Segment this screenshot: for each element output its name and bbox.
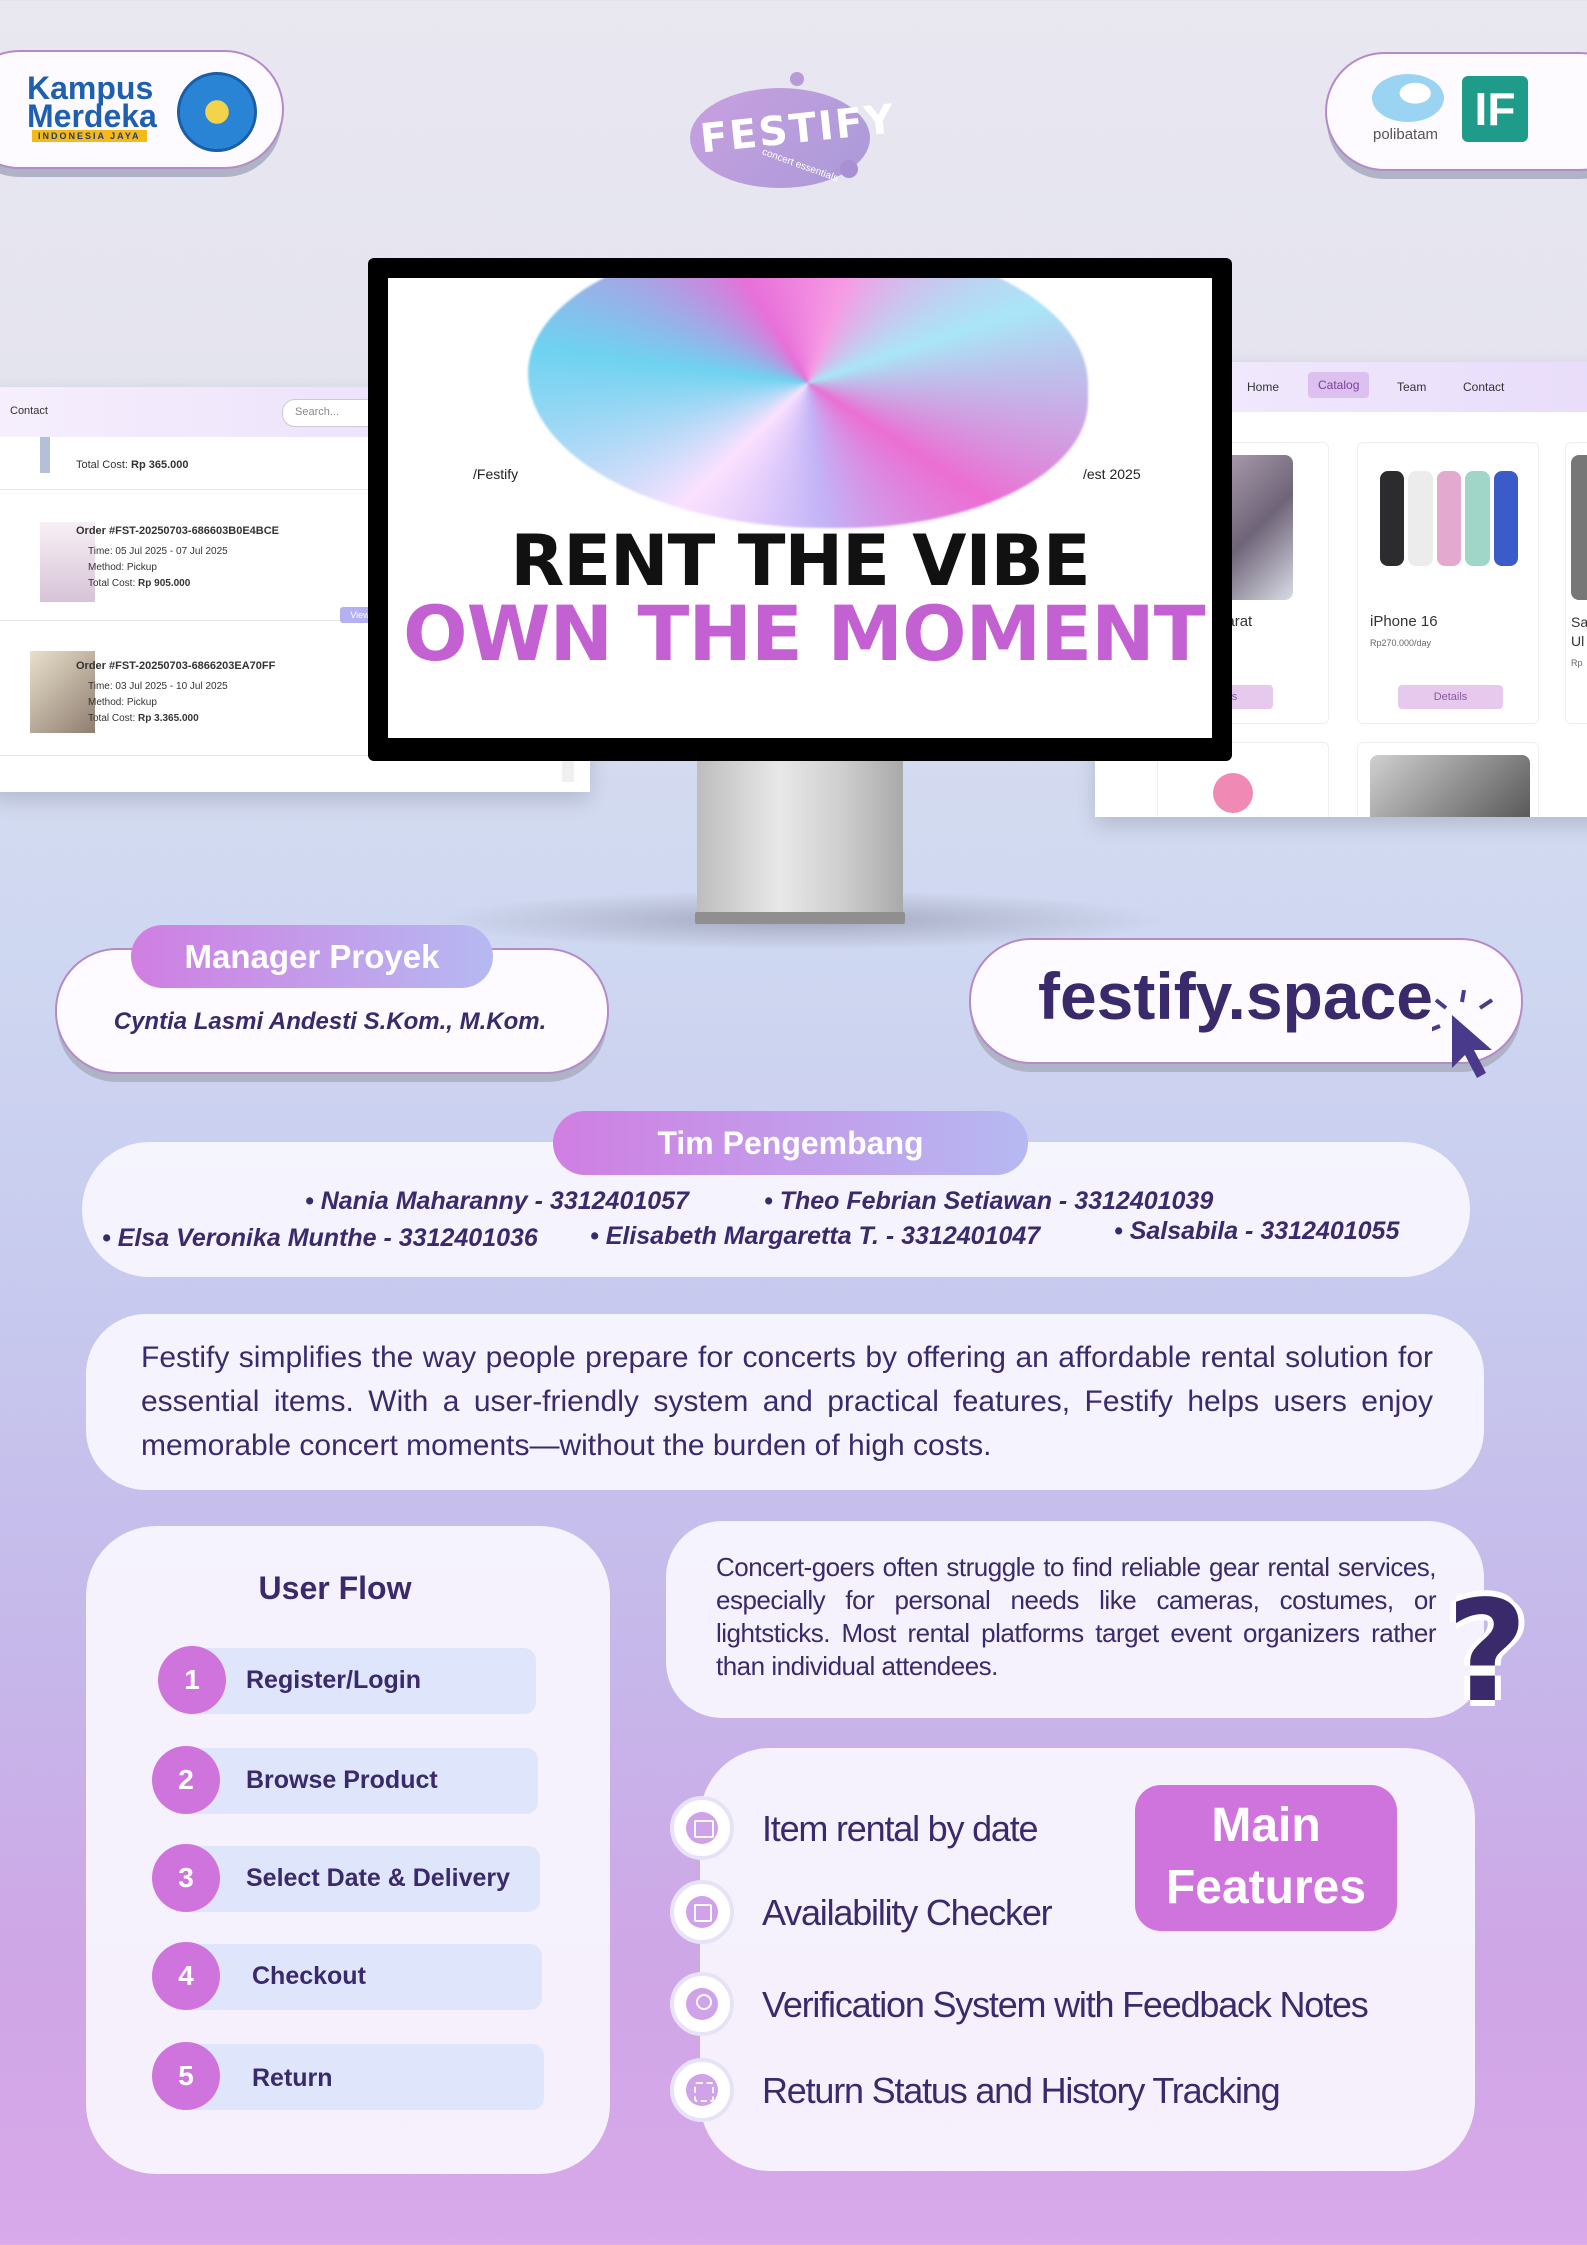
feature-item: Return Status and History Tracking bbox=[670, 2058, 1370, 2126]
nav-contact[interactable]: Contact bbox=[10, 405, 48, 417]
order-card: Total Cost: Rp 365.000 bbox=[0, 437, 370, 490]
cursor-click-icon bbox=[1429, 989, 1507, 1080]
nav-home[interactable]: Home bbox=[1247, 380, 1279, 394]
feature-item: Item rental by date bbox=[670, 1796, 1170, 1864]
step-label: Browse Product bbox=[246, 1766, 438, 1794]
product-card[interactable]: Sa Ul Rp bbox=[1565, 442, 1587, 724]
step-label: Checkout bbox=[252, 1962, 366, 1990]
headline-own-the-moment: OWN THE MOMENT bbox=[403, 589, 1206, 678]
team-member: • Salsabila - 3312401055 bbox=[1114, 1217, 1400, 1245]
indonesia-jaya-ribbon: INDONESIA JAYA bbox=[32, 130, 147, 142]
tut-wuri-emblem-icon bbox=[177, 72, 257, 152]
checkbox-icon bbox=[670, 1880, 734, 1944]
flow-step-2: 2 Browse Product bbox=[152, 1746, 538, 1814]
details-button[interactable]: Details bbox=[1398, 685, 1503, 709]
monitor-stand bbox=[697, 760, 903, 922]
kampus-merdeka-badge: Kampus Merdeka INDONESIA JAYA bbox=[0, 50, 284, 169]
flow-step-3: 3 Select Date & Delivery bbox=[152, 1844, 540, 1912]
manager-name: Cyntia Lasmi Andesti S.Kom., M.Kom. bbox=[113, 1008, 547, 1035]
manager-label: Manager Proyek bbox=[131, 925, 493, 988]
product-card[interactable] bbox=[1357, 742, 1539, 817]
team-member: • Elisabeth Margaretta T. - 3312401047 bbox=[590, 1222, 1041, 1250]
team-label: Tim Pengembang bbox=[553, 1111, 1028, 1175]
description-text: Festify simplifies the way people prepar… bbox=[141, 1341, 1433, 1462]
flow-step-4: 4 Checkout bbox=[152, 1942, 542, 2010]
merdeka-text: Merdeka bbox=[27, 98, 157, 134]
polibatam-logo-icon bbox=[1372, 74, 1444, 122]
order-card: Order #FST-20250703-6866203EA70FF Time: … bbox=[0, 637, 370, 756]
user-flow-title: User Flow bbox=[258, 1570, 412, 1606]
verification-icon bbox=[670, 1972, 734, 2036]
feature-item: Availability Checker bbox=[670, 1880, 1170, 1948]
nav-catalog[interactable]: Catalog bbox=[1308, 372, 1370, 398]
feature-item: Verification System with Feedback Notes bbox=[670, 1972, 1430, 2040]
nav-contact[interactable]: Contact bbox=[1463, 380, 1504, 394]
team-member: • Theo Febrian Setiawan - 3312401039 bbox=[764, 1187, 1214, 1215]
flow-step-5: 5 Return bbox=[152, 2042, 544, 2110]
product-card[interactable]: iPhone 16 Rp270.000/day Details bbox=[1357, 442, 1539, 724]
calendar-icon bbox=[670, 1796, 734, 1860]
product-image bbox=[1571, 455, 1587, 600]
if-logo-text: IF bbox=[1474, 83, 1516, 135]
tracking-icon bbox=[670, 2058, 734, 2122]
problem-text: Concert-goers often struggle to find rel… bbox=[716, 1552, 1437, 1681]
step-number: 4 bbox=[152, 1942, 220, 2010]
monitor: /Festify /est 2025 RENT THE VIBE OWN THE… bbox=[368, 258, 1232, 761]
features-title: Main Features bbox=[1135, 1785, 1397, 1931]
nav-team[interactable]: Team bbox=[1397, 380, 1426, 394]
holographic-blob-image bbox=[528, 278, 1088, 528]
monitor-stand-base bbox=[695, 912, 905, 924]
step-number: 2 bbox=[152, 1746, 220, 1814]
step-number: 5 bbox=[152, 2042, 220, 2110]
product-image bbox=[1380, 471, 1519, 566]
polibatam-text: polibatam bbox=[1373, 126, 1439, 143]
if-logo-icon: IF bbox=[1462, 76, 1528, 142]
flow-step-1: 1 Register/Login bbox=[158, 1646, 536, 1714]
website-url[interactable]: festify.space bbox=[1038, 958, 1433, 1034]
monitor-est: /est 2025 bbox=[1083, 466, 1141, 482]
polibatam-if-badge: polibatam IF bbox=[1325, 52, 1587, 171]
step-label: Return bbox=[252, 2064, 333, 2092]
headline-rent-the-vibe: RENT THE VIBE bbox=[510, 520, 1090, 602]
monitor-screen: /Festify /est 2025 RENT THE VIBE OWN THE… bbox=[388, 278, 1212, 738]
step-number: 3 bbox=[152, 1844, 220, 1912]
monitor-brand: /Festify bbox=[473, 466, 519, 482]
festify-logo: FESTIFY concert essentials bbox=[690, 72, 898, 195]
team-member: • Elsa Veronika Munthe - 3312401036 bbox=[102, 1224, 538, 1252]
order-card: Order #FST-20250703-686603B0E4BCE Time: … bbox=[0, 502, 370, 621]
step-label: Register/Login bbox=[246, 1666, 422, 1694]
step-number: 1 bbox=[158, 1646, 226, 1714]
step-label: Select Date & Delivery bbox=[246, 1864, 511, 1892]
question-mark-icon: ? bbox=[1446, 1571, 1528, 1734]
team-member: • Nania Maharanny - 3312401057 bbox=[305, 1187, 689, 1215]
